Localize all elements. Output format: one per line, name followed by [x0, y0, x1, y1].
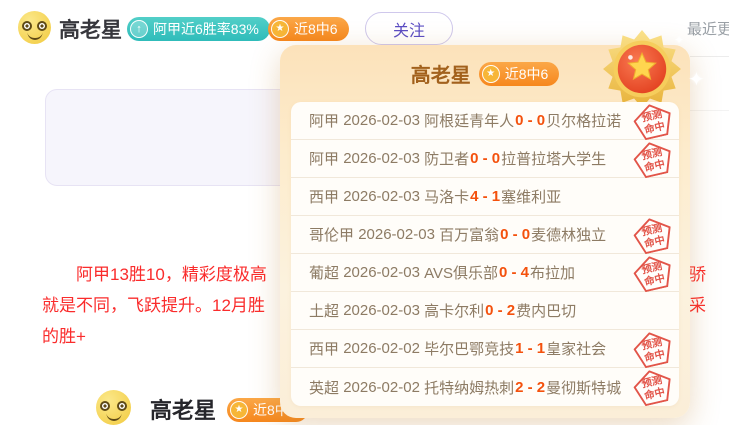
- match-score: 4 - 1: [470, 188, 500, 205]
- match-score: 0 - 0: [470, 150, 500, 167]
- match-league: 葡超: [309, 262, 339, 283]
- win-rate-badge-label: 阿甲近6胜率83%: [153, 19, 259, 39]
- match-row[interactable]: 西甲 2026-02-03 马洛卡4 - 1塞维利亚 预测 命中: [291, 178, 679, 216]
- divider: [690, 56, 729, 57]
- match-score: 1 - 1: [515, 340, 545, 357]
- match-date: 2026-02-03: [343, 112, 420, 129]
- match-league: 阿甲: [309, 110, 339, 131]
- match-date: 2026-02-03: [343, 264, 420, 281]
- sparkle-icon: ✦: [674, 33, 684, 47]
- match-row[interactable]: 阿甲 2026-02-03 防卫者0 - 0拉普拉塔大学生 预测 命中: [291, 140, 679, 178]
- star-icon: ★: [482, 65, 500, 83]
- home-team: 毕尔巴鄂竞技: [424, 338, 514, 359]
- match-league: 西甲: [309, 186, 339, 207]
- star-icon: ★: [230, 401, 248, 419]
- match-date: 2026-02-03: [343, 150, 420, 167]
- home-team: 阿根廷青年人: [424, 110, 514, 131]
- match-score: 0 - 0: [515, 112, 545, 129]
- match-league: 英超: [309, 377, 339, 398]
- match-league: 阿甲: [309, 148, 339, 169]
- avatar[interactable]: [18, 11, 51, 44]
- avatar[interactable]: [96, 390, 131, 425]
- away-team: 塞维利亚: [501, 186, 561, 207]
- match-date: 2026-02-03: [343, 302, 420, 319]
- match-row[interactable]: 西甲 2026-02-02 毕尔巴鄂竞技1 - 1皇家社会 预测 命中: [291, 330, 679, 368]
- home-team: AVS俱乐部: [424, 262, 498, 283]
- match-score: 0 - 2: [485, 302, 515, 319]
- match-date: 2026-02-02: [343, 379, 420, 396]
- hit-streak-badge-label: 近8中6: [294, 19, 338, 39]
- away-team: 费内巴切: [516, 300, 576, 321]
- article-fragment: 采: [689, 291, 706, 316]
- prediction-hit-stamp-icon: 预测 命中: [631, 102, 676, 142]
- match-list: 阿甲 2026-02-03 阿根廷青年人0 - 0贝尔格拉诺 预测 命中 阿甲 …: [291, 102, 679, 406]
- away-team: 布拉加: [530, 262, 575, 283]
- prediction-popup: 高老星 ★ 近8中6 ✦ ✦ 阿: [280, 45, 690, 418]
- hit-streak-badge: ★ 近8中6: [479, 62, 560, 86]
- article-line: 阿甲13胜10，精彩度极高: [42, 259, 267, 290]
- home-team: 托特纳姆热刺: [424, 377, 514, 398]
- prediction-hit-stamp-icon: 预测 命中: [631, 328, 676, 370]
- match-date: 2026-02-03: [343, 188, 420, 205]
- article-line: 的胜+: [42, 321, 267, 352]
- follow-button[interactable]: 关注: [365, 12, 453, 45]
- home-team: 防卫者: [424, 148, 469, 169]
- match-row[interactable]: 葡超 2026-02-03 AVS俱乐部0 - 4布拉加 预测 命中: [291, 254, 679, 292]
- sparkle-icon: ✦: [688, 67, 705, 92]
- match-row[interactable]: 英超 2026-02-02 托特纳姆热刺2 - 2曼彻斯特城 预测 命中: [291, 368, 679, 406]
- gold-medal-icon: [602, 29, 682, 109]
- match-date: 2026-02-02: [343, 340, 420, 357]
- popup-title: 高老星: [411, 59, 471, 88]
- arrow-up-icon: ↑: [130, 20, 148, 38]
- prediction-hit-stamp-icon: 预测 命中: [631, 366, 676, 406]
- match-date: 2026-02-03: [358, 226, 435, 243]
- home-team: 高卡尔利: [424, 300, 484, 321]
- match-score: 0 - 0: [500, 226, 530, 243]
- page: 高老星 ↑ 阿甲近6胜率83% ★ 近8中6 关注 最近更 阿甲13胜10，精彩…: [0, 0, 729, 425]
- divider: [690, 110, 729, 111]
- home-team: 马洛卡: [424, 186, 469, 207]
- prediction-hit-stamp-icon: 预测 命中: [631, 138, 676, 180]
- win-rate-badge: ↑ 阿甲近6胜率83%: [127, 17, 270, 41]
- match-league: 西甲: [309, 338, 339, 359]
- article-fragment: 骄: [689, 260, 706, 285]
- article-line: 就是不同，飞跃提升。12月胜: [42, 290, 267, 321]
- avatar-mouth: [106, 413, 121, 421]
- avatar-mouth: [27, 32, 42, 40]
- match-score: 2 - 2: [515, 379, 545, 396]
- recent-update-label: 最近更: [687, 18, 729, 39]
- prediction-hit-stamp-icon: 预测 命中: [631, 214, 676, 256]
- avatar-eye: [37, 21, 47, 31]
- match-score: 0 - 4: [499, 264, 529, 281]
- user-name: 高老星: [59, 14, 122, 44]
- match-league: 哥伦甲: [309, 224, 354, 245]
- away-team: 皇家社会: [546, 338, 606, 359]
- star-icon: ★: [271, 20, 289, 38]
- article-text: 阿甲13胜10，精彩度极高 就是不同，飞跃提升。12月胜 的胜+: [42, 259, 267, 352]
- away-team: 贝尔格拉诺: [546, 110, 621, 131]
- hit-streak-badge: ★ 近8中6: [268, 17, 349, 41]
- hit-streak-badge-label: 近8中6: [505, 64, 549, 84]
- away-team: 麦德林独立: [531, 224, 606, 245]
- avatar-eye: [22, 21, 32, 31]
- home-team: 百万富翁: [439, 224, 499, 245]
- prediction-hit-stamp-icon: 预测 命中: [631, 252, 676, 294]
- avatar-eye: [100, 401, 110, 411]
- away-team: 拉普拉塔大学生: [501, 148, 606, 169]
- match-row[interactable]: 土超 2026-02-03 高卡尔利0 - 2费内巴切 预测 命中: [291, 292, 679, 330]
- away-team: 曼彻斯特城: [546, 377, 621, 398]
- match-row[interactable]: 哥伦甲 2026-02-03 百万富翁0 - 0麦德林独立 预测 命中: [291, 216, 679, 254]
- match-row[interactable]: 阿甲 2026-02-03 阿根廷青年人0 - 0贝尔格拉诺 预测 命中: [291, 102, 679, 140]
- avatar-eye: [117, 401, 127, 411]
- match-league: 土超: [309, 300, 339, 321]
- user-name: 高老星: [150, 393, 216, 425]
